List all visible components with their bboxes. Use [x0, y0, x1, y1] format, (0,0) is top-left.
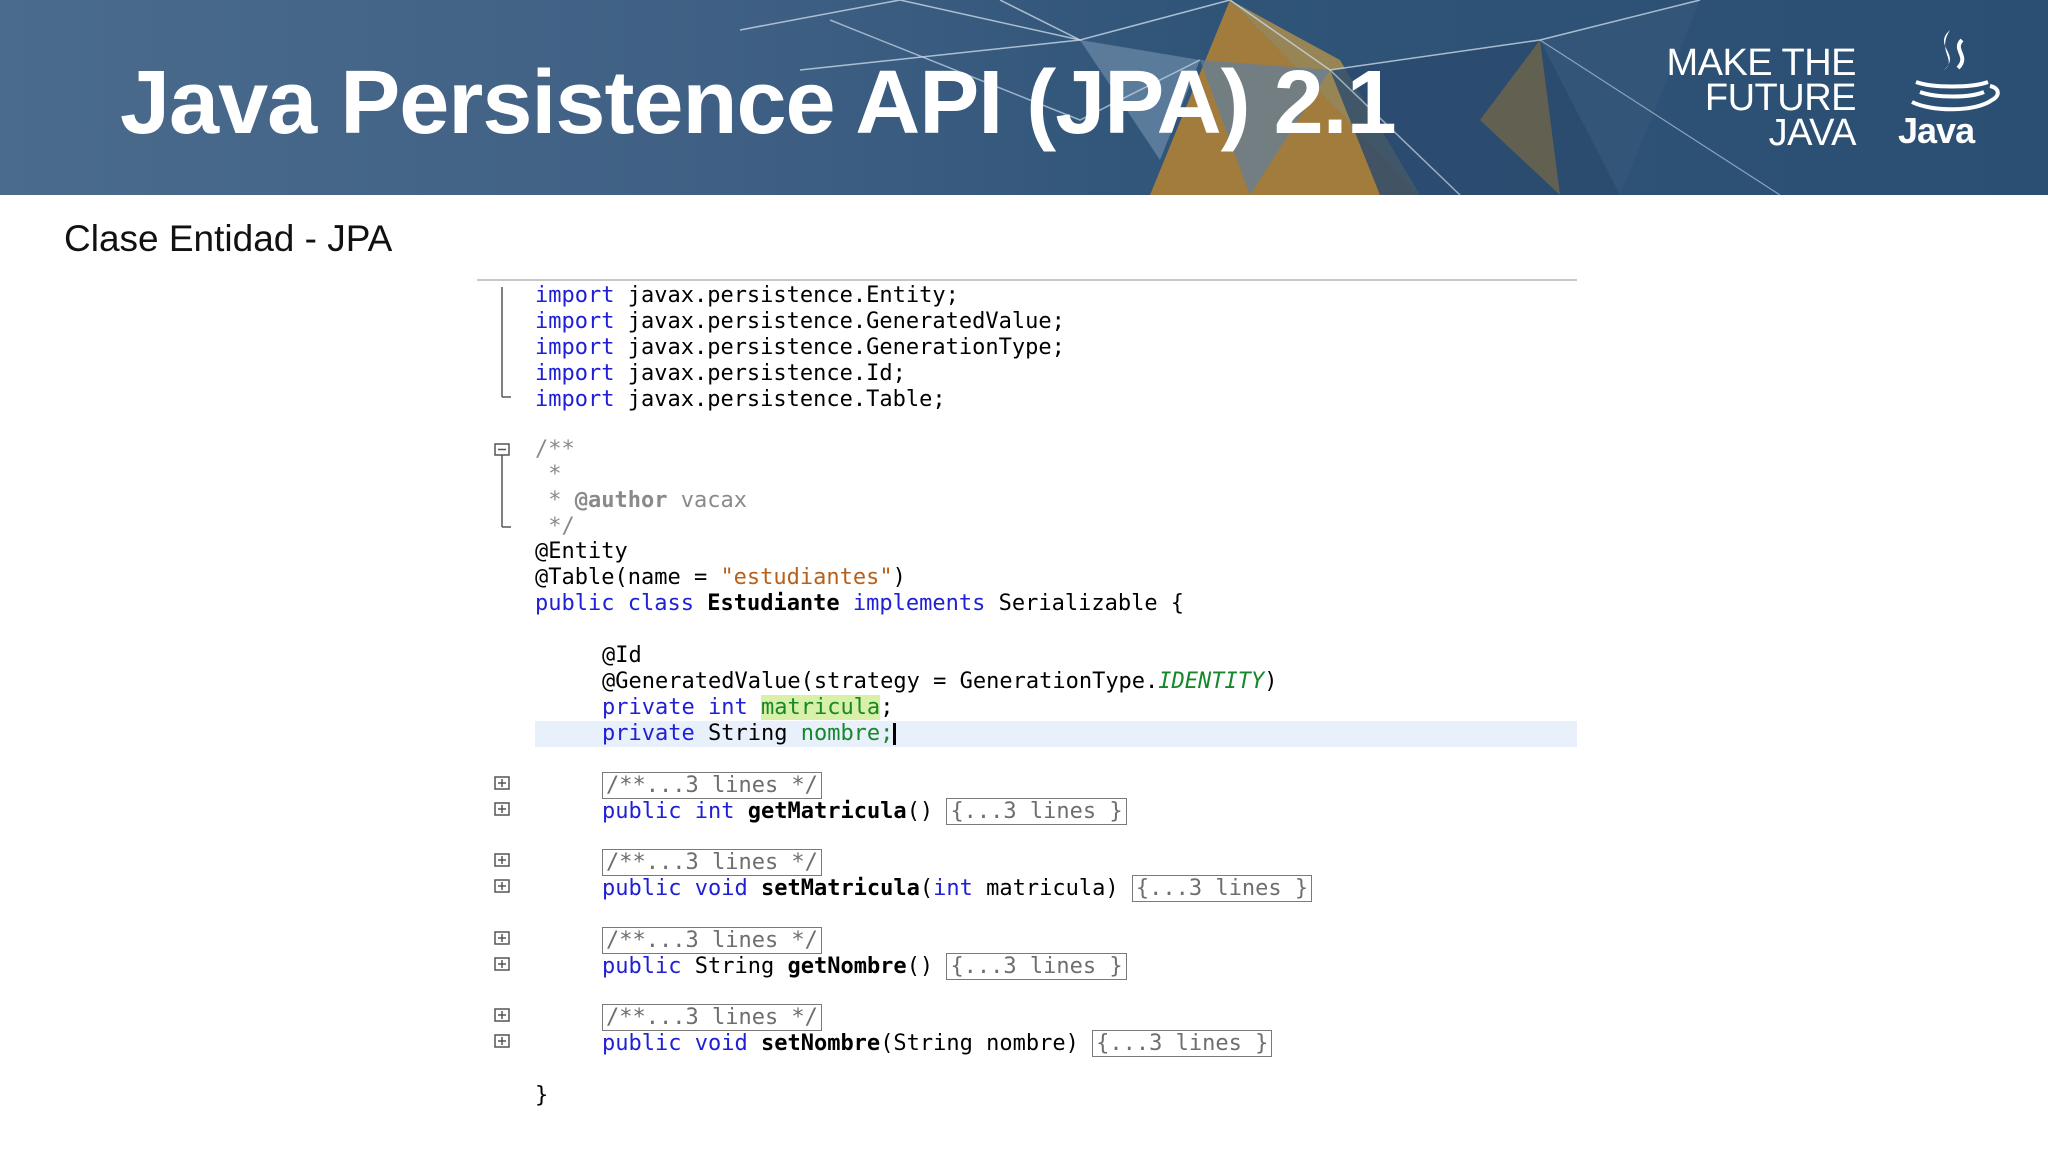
method-set-nombre: public void setNombre(String nombre) {..…	[602, 1030, 1273, 1057]
import-line: import javax.persistence.GeneratedValue;	[535, 309, 1065, 334]
expand-method-icon	[494, 879, 510, 893]
expand-comment-icon	[494, 776, 510, 790]
method-get-matricula: public int getMatricula() {...3 lines }	[602, 798, 1127, 825]
method-set-matricula: public void setMatricula(int matricula) …	[602, 875, 1313, 902]
import-line: import javax.persistence.Id;	[535, 361, 906, 386]
java-logo-text: Java	[1898, 110, 1975, 151]
folded-javadoc: /**...3 lines */	[602, 1004, 822, 1031]
javadoc-close: */	[535, 514, 575, 539]
slide-header-banner: Java Persistence API (JPA) 2.1 MAKE THE …	[0, 0, 2048, 195]
code-editor-panel: import javax.persistence.Entity; import …	[477, 279, 1577, 1131]
folded-body-box[interactable]: {...3 lines }	[1131, 875, 1313, 902]
folded-body-box[interactable]: {...3 lines }	[946, 798, 1127, 825]
editor-fold-gutter	[494, 287, 511, 1048]
folded-comment-box[interactable]: /**...3 lines */	[602, 927, 822, 954]
tagline-line-3: JAVA	[1768, 112, 1857, 154]
id-annotation: @Id	[602, 643, 642, 668]
field-nombre: private String nombre;	[602, 721, 897, 747]
folded-body-box[interactable]: {...3 lines }	[946, 953, 1127, 980]
folded-comment-box[interactable]: /**...3 lines */	[602, 1004, 822, 1031]
collapse-javadoc-icon	[494, 443, 510, 456]
expand-comment-icon	[494, 1008, 510, 1022]
method-get-nombre: public String getNombre() {...3 lines }	[602, 953, 1127, 980]
class-declaration: public class Estudiante implements Seria…	[535, 591, 1185, 616]
tagline-line-2: FUTURE	[1704, 77, 1857, 119]
folded-javadoc: /**...3 lines */	[602, 772, 822, 799]
text-cursor	[893, 723, 897, 745]
entity-annotation: @Entity	[535, 539, 628, 564]
javadoc-author: * @author vacax	[535, 488, 747, 513]
import-line: import javax.persistence.Table;	[535, 387, 946, 412]
javadoc-open: /**	[535, 437, 575, 462]
slide-title: Java Persistence API (JPA) 2.1	[120, 53, 1397, 153]
tagline-line-1: MAKE THE	[1666, 42, 1856, 84]
class-closing-brace: }	[535, 1083, 549, 1108]
make-the-future-java-tagline: MAKE THE FUTURE JAVA	[1666, 42, 1857, 154]
generated-value-annotation: @GeneratedValue(strategy = GenerationTyp…	[602, 669, 1278, 694]
expand-method-icon	[494, 802, 510, 816]
expand-method-icon	[494, 957, 510, 971]
expand-comment-icon	[494, 853, 510, 867]
expand-comment-icon	[494, 931, 510, 945]
javadoc-line: *	[535, 462, 562, 487]
slide-subtitle: Clase Entidad - JPA	[64, 218, 393, 259]
folded-comment-box[interactable]: /**...3 lines */	[602, 772, 822, 799]
import-line: import javax.persistence.GenerationType;	[535, 335, 1065, 360]
table-annotation: @Table(name = "estudiantes")	[535, 565, 906, 590]
import-line: import javax.persistence.Entity;	[535, 283, 959, 308]
folded-comment-box[interactable]: /**...3 lines */	[602, 849, 822, 876]
expand-method-icon	[494, 1034, 510, 1048]
folded-body-box[interactable]: {...3 lines }	[1092, 1030, 1273, 1057]
folded-javadoc: /**...3 lines */	[602, 927, 822, 954]
folded-javadoc: /**...3 lines */	[602, 849, 822, 876]
field-matricula: private int matricula;	[602, 695, 894, 720]
